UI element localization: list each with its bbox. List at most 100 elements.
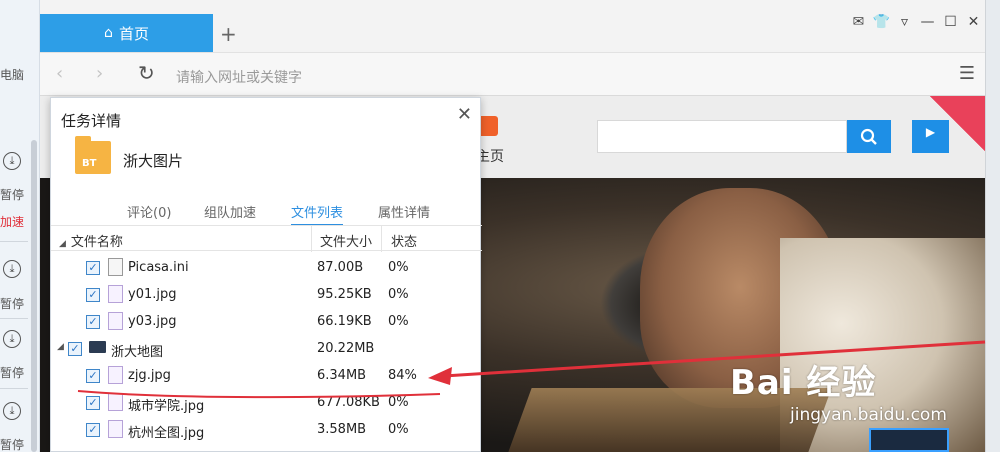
- address-bar: ‹ › ↻ 请输入网址或关键字 ☰: [40, 52, 985, 96]
- tab-team-accelerate[interactable]: 组队加速: [204, 202, 256, 221]
- column-name[interactable]: ◢ 文件名称: [59, 231, 123, 250]
- table-row[interactable]: ✓ y01.jpg 95.25KB 0%: [51, 282, 482, 309]
- panel-tabs: 评论(0) 组队加速 文件列表 属性详情: [51, 198, 482, 226]
- watermark-logo: Bai 经验: [730, 363, 877, 403]
- file-list-header: ◢ 文件名称 文件大小 状态: [51, 225, 482, 252]
- checkbox[interactable]: ✓: [68, 342, 82, 356]
- expand-icon[interactable]: ◢: [57, 342, 64, 352]
- folder-icon: BT: [75, 136, 111, 174]
- screenshot-root: 电脑 ⤓ 暂停 加速 ⤓ 暂停 ⤓ 暂停 ⤓ 暂停 ⌂ 首页 + ✉ 👕 ▿ —…: [0, 0, 1000, 452]
- file-name: 杭州全图.jpg: [128, 426, 205, 441]
- download-icon[interactable]: ⤓: [3, 330, 21, 348]
- file-status: 0%: [388, 422, 409, 437]
- download-icon[interactable]: ⤓: [3, 402, 21, 420]
- divider: [311, 226, 312, 252]
- refresh-icon[interactable]: ↻: [138, 61, 155, 85]
- image-file-icon: [108, 420, 123, 438]
- file-name: 浙大地图: [111, 345, 164, 360]
- file-size: 6.34MB: [317, 368, 367, 383]
- corner-ribbon[interactable]: [930, 96, 985, 151]
- folder-icon: [89, 341, 106, 353]
- checkbox[interactable]: ✓: [86, 369, 100, 383]
- forward-icon[interactable]: ›: [96, 63, 103, 84]
- left-label-accelerate[interactable]: 加速: [0, 213, 24, 230]
- url-input[interactable]: 请输入网址或关键字: [176, 67, 302, 87]
- tab-file-list[interactable]: 文件列表: [291, 202, 344, 226]
- table-row[interactable]: ✓ 城市学院.jpg 677.08KB 0%: [51, 390, 482, 417]
- watermark-url: jingyan.baidu.com: [790, 405, 947, 425]
- checkbox[interactable]: ✓: [86, 396, 100, 410]
- maximize-icon[interactable]: ☐: [939, 14, 962, 30]
- table-row[interactable]: ✓ y03.jpg 66.19KB 0%: [51, 309, 482, 336]
- image-file-icon: [108, 366, 123, 384]
- tab-comments[interactable]: 评论(0): [127, 202, 171, 221]
- search-icon: [860, 128, 877, 145]
- file-size: 20.22MB: [317, 341, 375, 356]
- panel-title: 任务详情: [61, 112, 122, 130]
- download-manager-strip: 电脑 ⤓ 暂停 加速 ⤓ 暂停 ⤓ 暂停 ⤓ 暂停: [0, 0, 40, 452]
- file-status: 84%: [388, 368, 417, 383]
- file-size: 677.08KB: [317, 395, 380, 410]
- home-badge-icon: [478, 116, 498, 136]
- left-label-pause[interactable]: 暂停: [0, 186, 24, 203]
- divider: [0, 388, 28, 389]
- minimize-icon[interactable]: —: [916, 14, 939, 30]
- image-file-icon: [108, 285, 123, 303]
- image-file-icon: [108, 312, 123, 330]
- tab-home[interactable]: ⌂ 首页: [40, 14, 213, 52]
- file-name: 城市学院.jpg: [128, 399, 205, 414]
- file-size: 95.25KB: [317, 287, 372, 302]
- thumbnail[interactable]: [869, 428, 949, 452]
- file-status: 0%: [388, 287, 409, 302]
- checkbox[interactable]: ✓: [86, 423, 100, 437]
- search-input[interactable]: [597, 120, 847, 153]
- table-row[interactable]: ✓ zjg.jpg 6.34MB 84%: [51, 363, 482, 390]
- page-scrollbar[interactable]: [985, 0, 1000, 452]
- file-size: 3.58MB: [317, 422, 367, 437]
- checkbox[interactable]: ✓: [86, 288, 100, 302]
- table-row[interactable]: ✓ 杭州全图.jpg 3.58MB 0%: [51, 417, 482, 444]
- image-file-icon: [108, 393, 123, 411]
- dropdown-icon[interactable]: ▿: [893, 14, 916, 30]
- table-row-folder[interactable]: ◢ ✓ 浙大地图 20.22MB: [51, 336, 482, 363]
- new-tab-button[interactable]: +: [220, 22, 237, 46]
- scrollbar[interactable]: [31, 140, 37, 452]
- window-controls: ✉ 👕 ▿ — ☐ ✕: [847, 14, 985, 30]
- column-status[interactable]: 状态: [391, 231, 417, 250]
- tab-bar: ⌂ 首页 + ✉ 👕 ▿ — ☐ ✕: [40, 0, 985, 52]
- column-size[interactable]: 文件大小: [320, 231, 372, 250]
- checkbox[interactable]: ✓: [86, 315, 100, 329]
- task-name: 浙大图片: [123, 152, 184, 170]
- file-name: zjg.jpg: [128, 368, 171, 383]
- checkbox[interactable]: ✓: [86, 261, 100, 275]
- back-icon[interactable]: ‹: [56, 63, 63, 84]
- file-icon: [108, 258, 123, 276]
- mail-icon[interactable]: ✉: [847, 14, 870, 30]
- file-name: y01.jpg: [128, 287, 177, 302]
- left-label-pause[interactable]: 暂停: [0, 436, 24, 452]
- download-icon[interactable]: ⤓: [3, 260, 21, 278]
- divider: [0, 318, 28, 319]
- tab-label: 首页: [118, 24, 149, 43]
- file-name: y03.jpg: [128, 314, 177, 329]
- close-icon[interactable]: ✕: [457, 104, 472, 125]
- search-button[interactable]: [847, 120, 891, 153]
- divider: [381, 226, 382, 252]
- close-icon[interactable]: ✕: [962, 14, 985, 30]
- left-label-pause[interactable]: 暂停: [0, 364, 24, 381]
- file-status: 0%: [388, 314, 409, 329]
- expand-icon[interactable]: ◢: [59, 239, 66, 249]
- file-size: 66.19KB: [317, 314, 372, 329]
- task-detail-panel: 任务详情 ✕ BT 浙大图片 评论(0) 组队加速 文件列表 属性详情 ◢ 文件名…: [50, 97, 482, 452]
- left-label-pause[interactable]: 暂停: [0, 295, 24, 312]
- download-icon[interactable]: ⤓: [3, 152, 21, 170]
- file-name: Picasa.ini: [128, 260, 189, 275]
- table-row[interactable]: ✓ Picasa.ini 87.00B 0%: [51, 255, 482, 282]
- skin-icon[interactable]: 👕: [870, 14, 893, 30]
- menu-icon[interactable]: ☰: [959, 63, 975, 84]
- left-label-computer: 电脑: [0, 68, 25, 82]
- tab-properties[interactable]: 属性详情: [378, 202, 430, 221]
- home-icon: ⌂: [104, 25, 113, 41]
- file-size: 87.00B: [317, 260, 364, 275]
- file-status: 0%: [388, 395, 409, 410]
